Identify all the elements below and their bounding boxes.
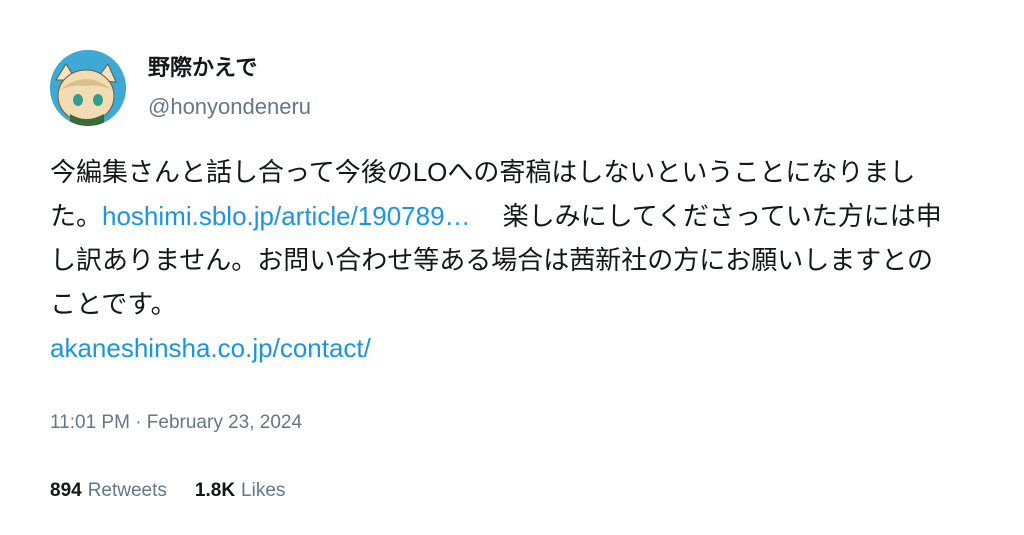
likes-label: Likes — [241, 480, 286, 501]
user-handle[interactable]: @honyondeneru — [148, 92, 311, 122]
anime-character-avatar-icon — [50, 50, 126, 126]
tweet-card: 野際かえで @honyondeneru 今編集さんと話し合って今後のLOへの寄稿… — [50, 48, 980, 502]
tweet-link-contact[interactable]: akaneshinsha.co.jp/contact/ — [50, 333, 371, 363]
tweet-link-article[interactable]: hoshimi.sblo.jp/article/190789… — [102, 201, 471, 231]
tweet-header: 野際かえで @honyondeneru — [50, 48, 980, 128]
tweet-timestamp[interactable]: 11:01 PM · February 23, 2024 — [50, 412, 980, 434]
avatar[interactable] — [50, 50, 126, 126]
likes-count: 1.8K — [194, 480, 236, 501]
display-name[interactable]: 野際かえで — [148, 54, 311, 82]
retweets-count: 894 — [50, 480, 82, 501]
user-names: 野際かえで @honyondeneru — [148, 54, 311, 122]
tweet-text: 今編集さんと話し合って今後のLOへの寄稿はしないということになりました。hosh… — [50, 150, 955, 370]
likes-stat[interactable]: 1.8K Likes — [195, 480, 286, 502]
retweets-stat[interactable]: 894 Retweets — [50, 480, 167, 502]
tweet-stats: 894 Retweets 1.8K Likes — [50, 480, 980, 502]
retweets-label: Retweets — [87, 480, 167, 501]
